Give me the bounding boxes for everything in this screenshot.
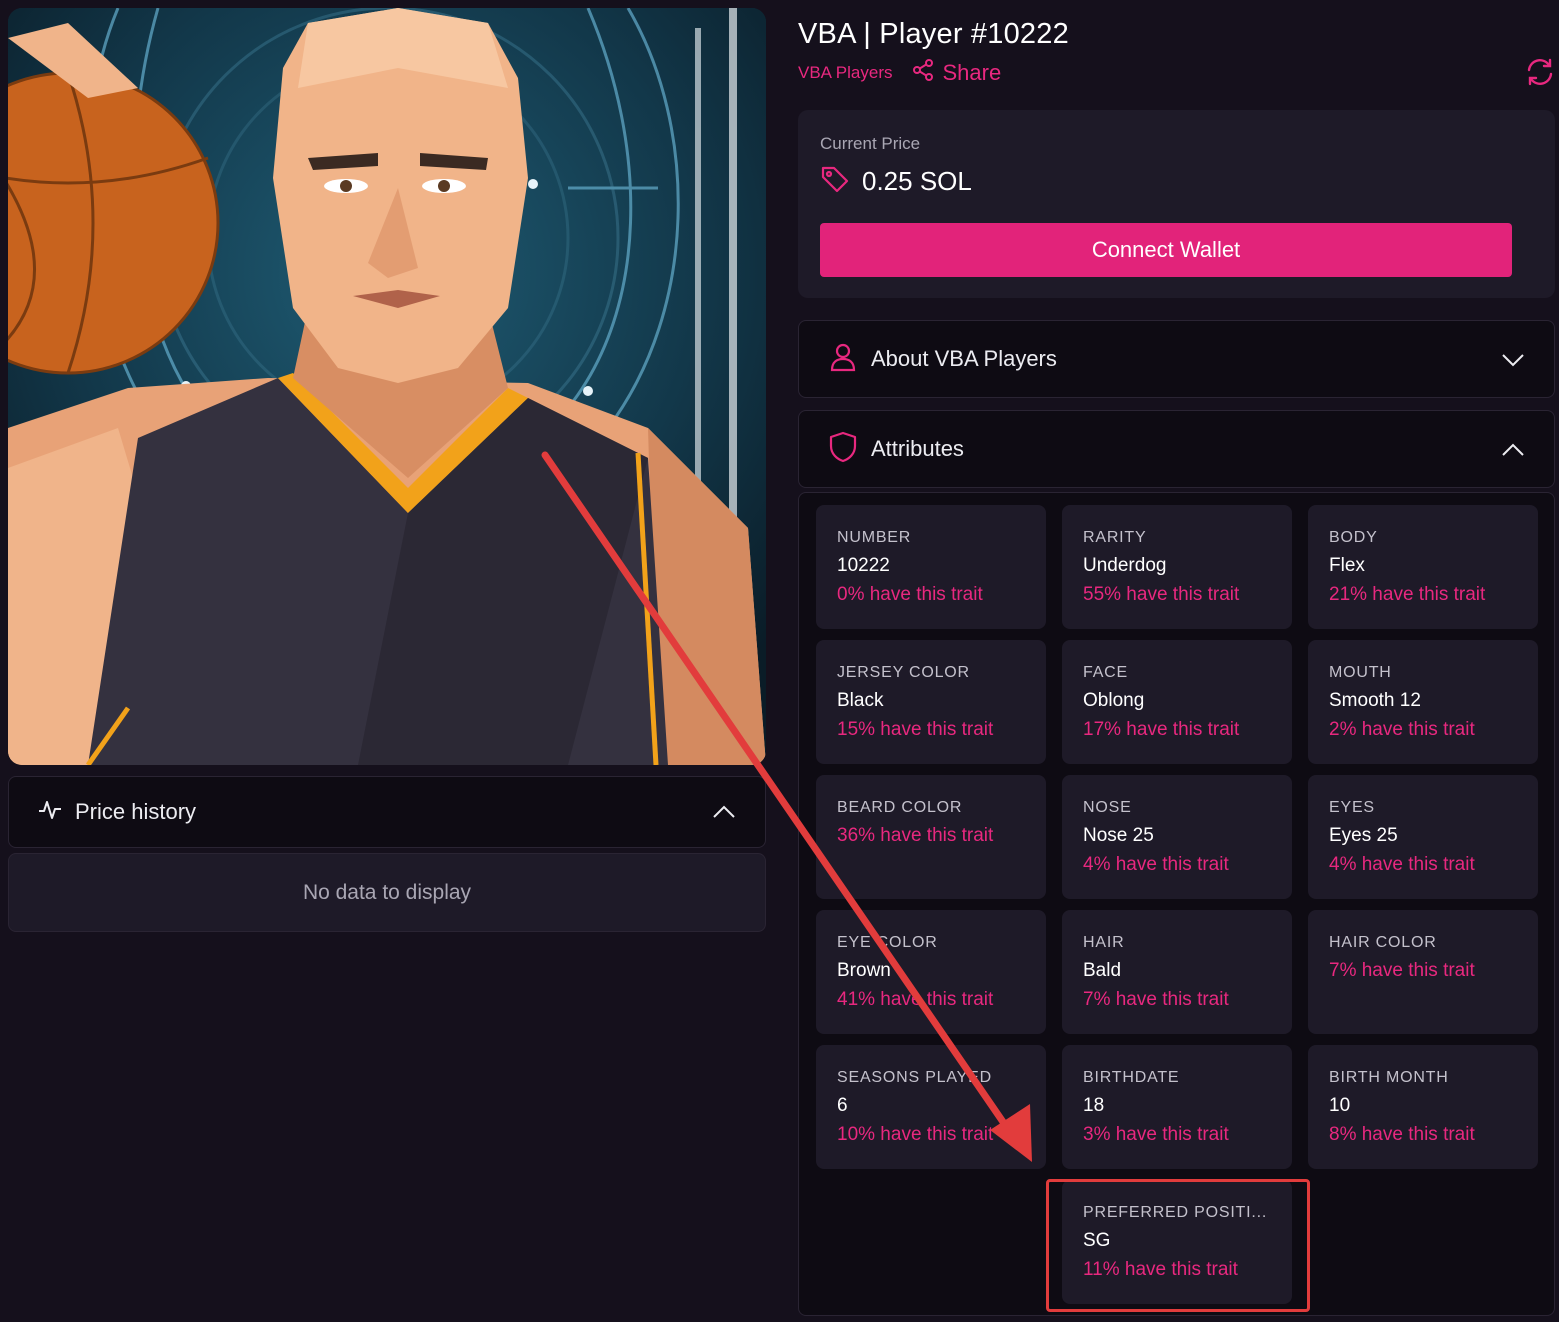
trait-card: SEASONS PLAYED 6 10% have this trait bbox=[816, 1045, 1046, 1169]
trait-percentage: 4% have this trait bbox=[1329, 854, 1475, 875]
trait-card: EYES Eyes 25 4% have this trait bbox=[1308, 775, 1538, 899]
trait-card: BIRTHDATE 18 3% have this trait bbox=[1062, 1045, 1292, 1169]
trait-name: EYE COLOR bbox=[837, 934, 938, 951]
share-icon bbox=[911, 58, 943, 88]
trait-name: HAIR COLOR bbox=[1329, 934, 1437, 951]
attributes-accordion[interactable]: Attributes bbox=[798, 410, 1555, 488]
trait-value: Smooth 12 bbox=[1329, 690, 1421, 711]
attributes-label: Attributes bbox=[871, 436, 964, 461]
user-icon bbox=[829, 342, 857, 377]
price-history-empty: No data to display bbox=[8, 853, 766, 932]
trait-value: Eyes 25 bbox=[1329, 825, 1398, 846]
trait-percentage: 4% have this trait bbox=[1083, 854, 1229, 875]
about-accordion[interactable]: About VBA Players bbox=[798, 320, 1555, 398]
trait-name: BIRTHDATE bbox=[1083, 1069, 1180, 1086]
price-history-header[interactable]: Price history bbox=[8, 776, 766, 848]
trait-percentage: 10% have this trait bbox=[837, 1124, 994, 1145]
trait-name: MOUTH bbox=[1329, 664, 1392, 681]
trait-card: HAIR COLOR 7% have this trait bbox=[1308, 910, 1538, 1034]
trait-percentage: 15% have this trait bbox=[837, 719, 994, 740]
trait-name: BODY bbox=[1329, 529, 1378, 546]
shield-icon bbox=[829, 431, 857, 468]
trait-percentage: 41% have this trait bbox=[837, 989, 994, 1010]
price-history-title: Price history bbox=[75, 799, 197, 824]
trait-name: EYES bbox=[1329, 799, 1375, 816]
trait-value: Black bbox=[837, 690, 884, 711]
trait-card: RARITY Underdog 55% have this trait bbox=[1062, 505, 1292, 629]
trait-name: RARITY bbox=[1083, 529, 1147, 546]
trait-percentage: 8% have this trait bbox=[1329, 1124, 1475, 1145]
trait-percentage: 7% have this trait bbox=[1083, 989, 1229, 1010]
trait-card: HAIR Bald 7% have this trait bbox=[1062, 910, 1292, 1034]
trait-percentage: 0% have this trait bbox=[837, 584, 983, 605]
trait-value: Bald bbox=[1083, 960, 1122, 981]
trait-card: BEARD COLOR 36% have this trait bbox=[816, 775, 1046, 899]
trait-percentage: 3% have this trait bbox=[1083, 1124, 1229, 1145]
trait-value: 10222 bbox=[837, 555, 890, 576]
trait-card: BODY Flex 21% have this trait bbox=[1308, 505, 1538, 629]
trait-card: EYE COLOR Brown 41% have this trait bbox=[816, 910, 1046, 1034]
price-value: 0.25 SOL bbox=[862, 166, 972, 196]
nft-image bbox=[8, 8, 766, 765]
trait-card: BIRTH MONTH 10 8% have this trait bbox=[1308, 1045, 1538, 1169]
chevron-down-icon[interactable] bbox=[1500, 347, 1526, 378]
trait-card: MOUTH Smooth 12 2% have this trait bbox=[1308, 640, 1538, 764]
trait-value: Nose 25 bbox=[1083, 825, 1154, 846]
trait-value: Flex bbox=[1329, 555, 1365, 576]
trait-name: FACE bbox=[1083, 664, 1128, 681]
trait-name: NOSE bbox=[1083, 799, 1132, 816]
trait-value: Underdog bbox=[1083, 555, 1167, 576]
trait-name: NUMBER bbox=[837, 529, 912, 546]
price-card: Current Price 0.25 SOL Connect Wallet bbox=[798, 110, 1555, 298]
chevron-up-icon[interactable] bbox=[711, 799, 737, 830]
refresh-icon[interactable] bbox=[1525, 58, 1555, 91]
share-label: Share bbox=[942, 60, 1002, 85]
highlight-box bbox=[1046, 1179, 1310, 1312]
trait-card: JERSEY COLOR Black 15% have this trait bbox=[816, 640, 1046, 764]
trait-name: HAIR bbox=[1083, 934, 1125, 951]
trait-percentage: 36% have this trait bbox=[837, 825, 994, 846]
trait-card: NUMBER 10222 0% have this trait bbox=[816, 505, 1046, 629]
trait-value: Oblong bbox=[1083, 690, 1145, 711]
trait-percentage: 2% have this trait bbox=[1329, 719, 1475, 740]
share-button[interactable]: Share bbox=[911, 58, 1002, 88]
trait-name: BEARD COLOR bbox=[837, 799, 963, 816]
trait-card: NOSE Nose 25 4% have this trait bbox=[1062, 775, 1292, 899]
trait-percentage: 21% have this trait bbox=[1329, 584, 1486, 605]
trait-value: 18 bbox=[1083, 1095, 1105, 1116]
price-tag-icon bbox=[820, 164, 850, 199]
price-label: Current Price bbox=[820, 134, 921, 153]
collection-link[interactable]: VBA Players bbox=[798, 63, 893, 83]
trait-name: JERSEY COLOR bbox=[837, 664, 970, 681]
trait-card: FACE Oblong 17% have this trait bbox=[1062, 640, 1292, 764]
activity-icon bbox=[37, 797, 63, 828]
trait-percentage: 55% have this trait bbox=[1083, 584, 1240, 605]
chevron-up-icon[interactable] bbox=[1500, 437, 1526, 468]
trait-percentage: 7% have this trait bbox=[1329, 960, 1475, 981]
connect-wallet-button[interactable]: Connect Wallet bbox=[820, 223, 1512, 277]
trait-value: 10 bbox=[1329, 1095, 1351, 1116]
trait-percentage: 17% have this trait bbox=[1083, 719, 1240, 740]
trait-name: SEASONS PLAYED bbox=[837, 1069, 992, 1086]
trait-value: 6 bbox=[837, 1095, 848, 1116]
about-label: About VBA Players bbox=[871, 346, 1057, 371]
trait-value: Brown bbox=[837, 960, 891, 981]
trait-name: BIRTH MONTH bbox=[1329, 1069, 1449, 1086]
page-title: VBA | Player #10222 bbox=[798, 18, 1069, 50]
